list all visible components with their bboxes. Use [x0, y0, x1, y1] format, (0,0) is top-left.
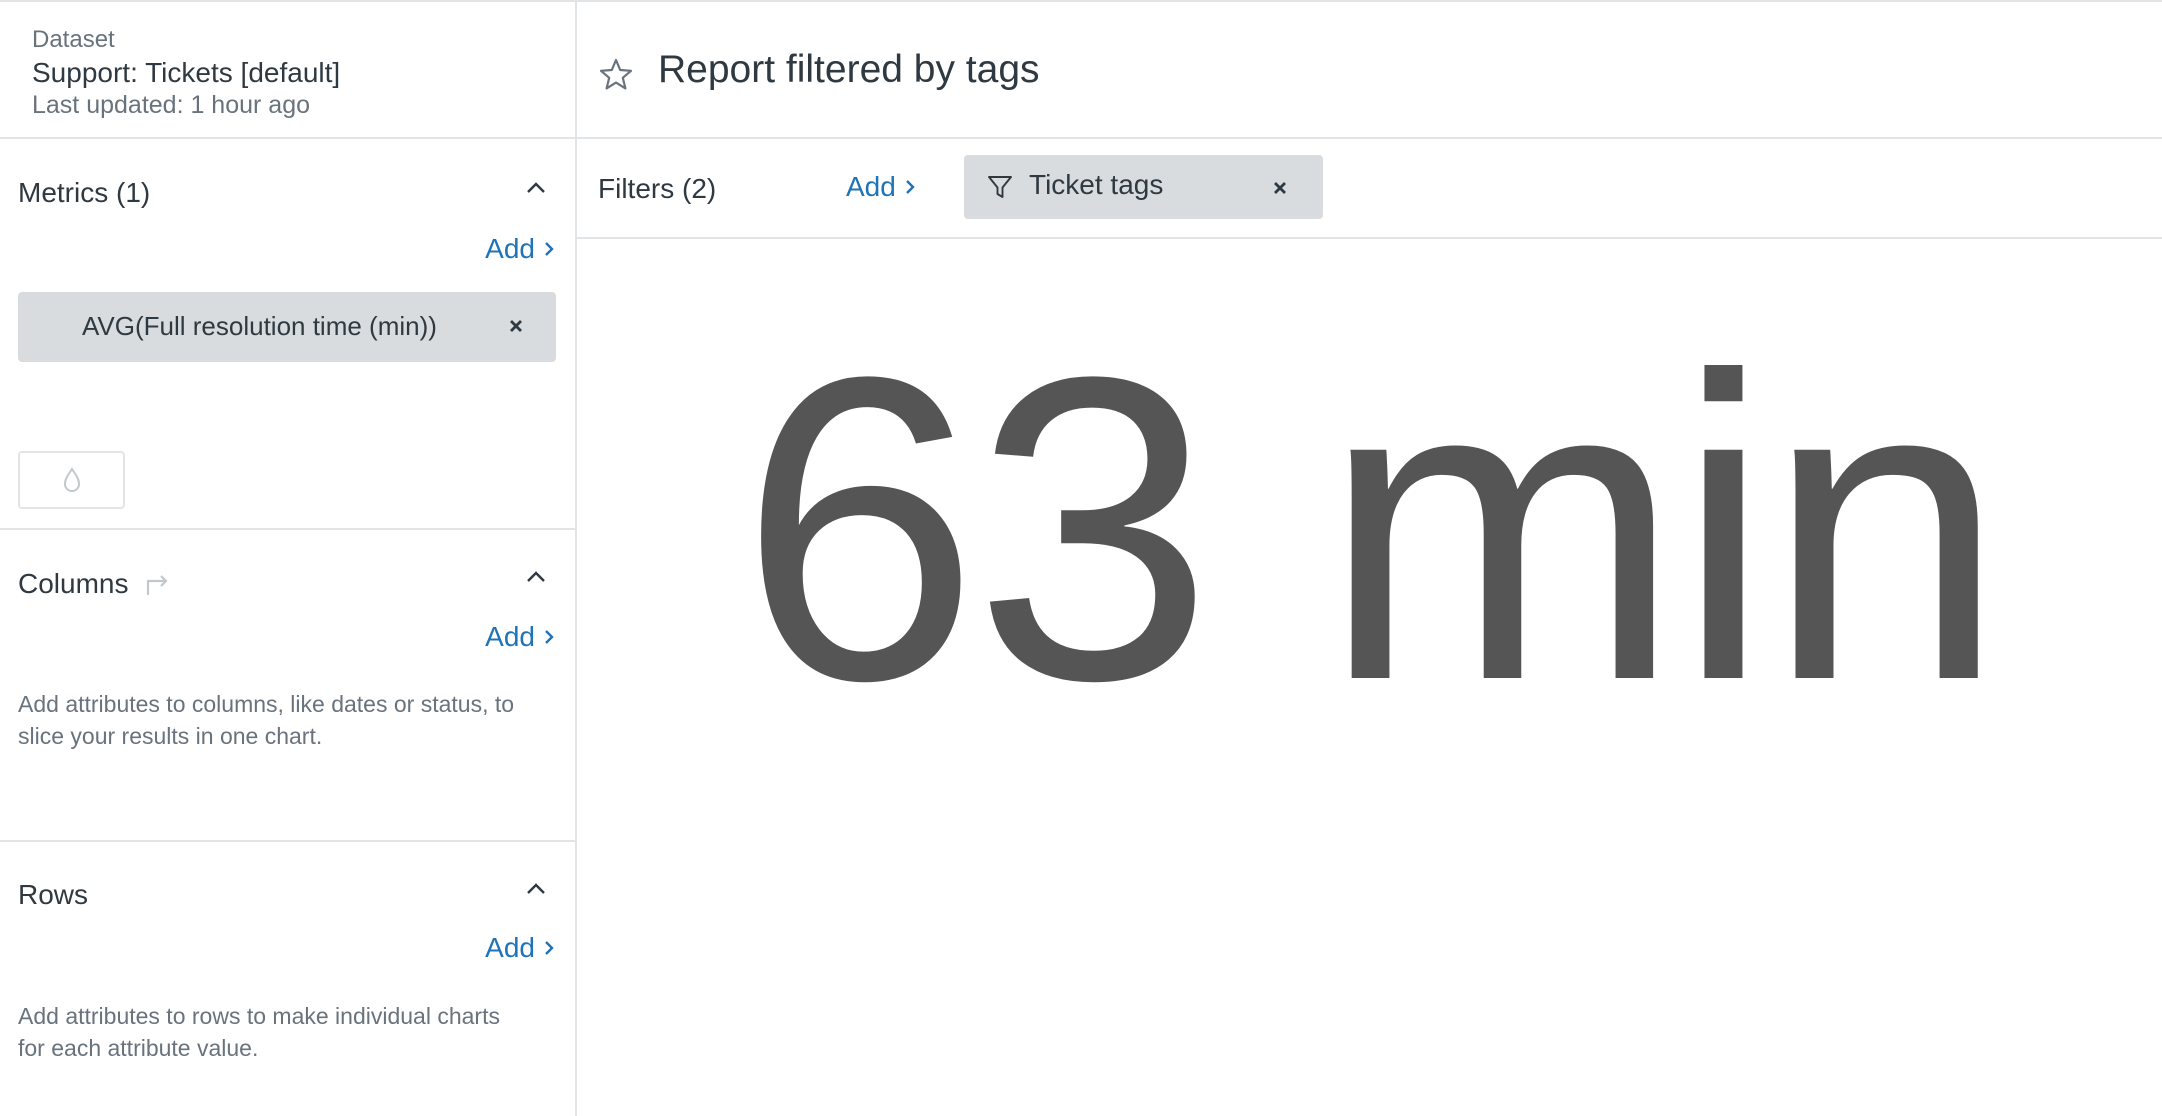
- dataset-name: Support: Tickets [default]: [32, 57, 341, 88]
- sidebar: Dataset Support: Tickets [default] Last …: [0, 2, 577, 1116]
- columns-section: Columns Add Add attributes to columns, l…: [0, 530, 575, 842]
- rows-collapse-button[interactable]: [519, 872, 553, 906]
- color-palette-button[interactable]: [18, 451, 125, 509]
- swap-icon[interactable]: [142, 569, 172, 599]
- filters-add-label: Add: [846, 171, 896, 202]
- filters-add-link[interactable]: Add: [846, 171, 916, 203]
- chevron-right-icon: [545, 242, 554, 256]
- report-header: Report filtered by tags: [577, 2, 2162, 139]
- chevron-up-icon: [527, 571, 545, 582]
- rows-add-label: Add: [485, 932, 535, 963]
- kpi-visualization: 63 min: [577, 239, 2162, 1116]
- funnel-icon: [988, 176, 1012, 198]
- metric-pill-label: AVG(Full resolution time (min)): [82, 311, 437, 341]
- chevron-right-icon: [545, 630, 554, 644]
- columns-title: Columns: [18, 568, 129, 599]
- kpi-value: 63 min: [739, 287, 2006, 770]
- rows-add-link[interactable]: Add: [485, 932, 555, 964]
- dataset-panel[interactable]: Dataset Support: Tickets [default] Last …: [0, 2, 575, 139]
- chevron-up-icon: [527, 182, 545, 193]
- filter-pill-label: Ticket tags: [1029, 169, 1164, 200]
- columns-title-row: Columns: [18, 568, 172, 600]
- metrics-add-label: Add: [485, 233, 535, 264]
- rows-hint: Add attributes to rows to make individua…: [18, 1003, 500, 1061]
- filters-label: Filters (2): [598, 173, 717, 204]
- metric-remove-button[interactable]: [504, 314, 528, 338]
- columns-collapse-button[interactable]: [519, 560, 553, 594]
- close-icon: [1274, 182, 1286, 194]
- columns-hint: Add attributes to columns, like dates or…: [18, 691, 515, 749]
- columns-add-label: Add: [485, 621, 535, 652]
- chevron-up-icon: [527, 883, 545, 894]
- filters-bar: Filters (2) Add Ticket tags: [577, 139, 2162, 239]
- metric-pill[interactable]: AVG(Full resolution time (min)): [18, 292, 556, 362]
- report-builder: Dataset Support: Tickets [default] Last …: [0, 0, 2162, 1116]
- chevron-right-icon: [905, 180, 915, 194]
- metrics-add-link[interactable]: Add: [485, 233, 555, 265]
- rows-title: Rows: [18, 879, 89, 910]
- dataset-last-updated: Last updated: 1 hour ago: [32, 91, 311, 119]
- metrics-title: Metrics (1): [18, 177, 151, 208]
- report-canvas: Report filtered by tags Filters (2) Add …: [577, 2, 2162, 1116]
- metrics-collapse-button[interactable]: [519, 171, 553, 205]
- filter-pill[interactable]: Ticket tags: [964, 155, 1323, 219]
- star-icon[interactable]: [597, 56, 635, 94]
- close-icon: [510, 320, 522, 332]
- dataset-caption: Dataset: [32, 26, 115, 53]
- metrics-section: Metrics (1) Add AVG(Full resolution time…: [0, 141, 575, 530]
- report-title[interactable]: Report filtered by tags: [658, 48, 1040, 92]
- chevron-right-icon: [545, 941, 554, 955]
- filter-remove-button[interactable]: [1268, 176, 1292, 200]
- columns-add-link[interactable]: Add: [485, 621, 555, 653]
- rows-section: Rows Add Add attributes to rows to make …: [0, 842, 575, 1116]
- droplet-icon: [63, 467, 80, 492]
